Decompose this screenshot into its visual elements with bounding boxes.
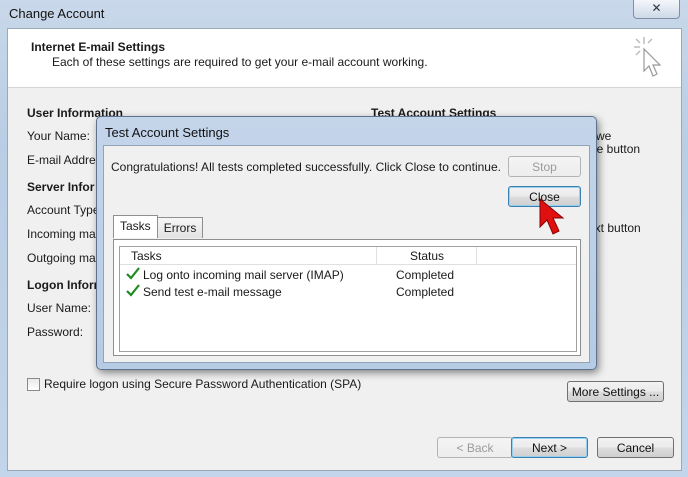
tasks-list-header: Tasks Status [120, 247, 576, 265]
setup-wand-icon [634, 37, 662, 77]
task-name: Send test e-mail message [143, 285, 282, 299]
tab-tasks[interactable]: Tasks [113, 215, 158, 238]
header-description: Each of these settings are required to g… [52, 55, 428, 69]
window-close-button[interactable]: ✕ [633, 0, 680, 19]
password-label: Password: [27, 325, 84, 339]
column-header-status[interactable]: Status [410, 249, 444, 263]
task-row[interactable]: Send test e-mail message Completed [120, 283, 576, 300]
back-button[interactable]: < Back [437, 437, 513, 458]
test-text-fragment-button: he button [590, 142, 641, 156]
section-server-information: Server Infor [27, 180, 95, 194]
task-status: Completed [396, 285, 455, 299]
task-row[interactable]: Log onto incoming mail server (IMAP) Com… [120, 266, 576, 283]
column-header-tasks[interactable]: Tasks [131, 249, 162, 263]
dialog-title: Test Account Settings [105, 125, 230, 140]
user-name-label: User Name: [27, 301, 92, 315]
checkmark-icon [126, 267, 140, 280]
column-divider[interactable] [376, 247, 377, 264]
checkmark-icon [126, 284, 140, 297]
header-title: Internet E-mail Settings [31, 40, 166, 54]
task-status: Completed [396, 268, 455, 282]
test-account-settings-dialog: Test Account Settings Congratulations! A… [96, 116, 597, 370]
section-logon-information: Logon Inforr [27, 278, 99, 292]
tasks-panel: Tasks Status Log onto incoming mail serv… [113, 239, 581, 356]
column-divider[interactable] [476, 247, 477, 264]
your-name-label: Your Name: [27, 129, 90, 143]
account-type-label: Account Type: [27, 203, 103, 217]
window-title: Change Account [9, 6, 105, 21]
task-name: Log onto incoming mail server (IMAP) [143, 268, 344, 282]
red-cursor-arrow-icon [539, 197, 565, 235]
spa-checkbox[interactable] [27, 377, 40, 391]
tasks-list[interactable]: Tasks Status Log onto incoming mail serv… [119, 246, 577, 352]
success-message: Congratulations! All tests completed suc… [111, 160, 501, 174]
dialog-tabs: Tasks Errors [113, 215, 204, 238]
header-band: Internet E-mail Settings Each of these s… [8, 29, 681, 88]
stop-button[interactable]: Stop [508, 156, 581, 177]
spa-label: Require logon using Secure Password Auth… [44, 377, 362, 391]
next-button[interactable]: Next > [511, 437, 588, 458]
cancel-button[interactable]: Cancel [597, 437, 674, 458]
test-text-fragment-we: we [596, 129, 612, 143]
tab-errors[interactable]: Errors [156, 217, 204, 238]
spa-option[interactable]: Require logon using Secure Password Auth… [27, 377, 361, 391]
more-settings-button[interactable]: More Settings ... [567, 381, 664, 402]
dialog-client: Congratulations! All tests completed suc… [103, 145, 590, 363]
